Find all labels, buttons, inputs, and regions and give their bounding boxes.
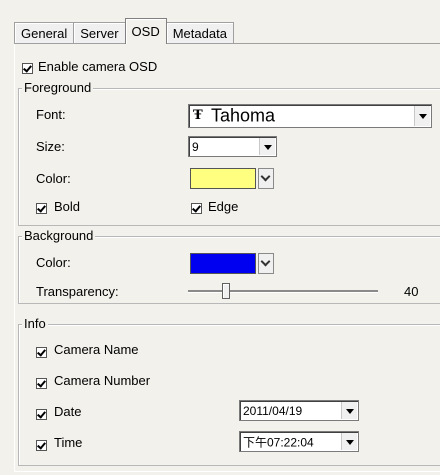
- foreground-color-swatch[interactable]: [190, 168, 256, 189]
- transparency-slider-track[interactable]: [188, 290, 378, 293]
- enable-osd-label: Enable camera OSD: [38, 59, 158, 74]
- date-value: 2011/04/19: [243, 403, 303, 418]
- edge-label: Edge: [208, 199, 239, 214]
- tab-osd[interactable]: OSD: [124, 18, 167, 44]
- time-format-select[interactable]: 下午07:22:04: [239, 431, 359, 452]
- time-dropdown-button[interactable]: [341, 433, 357, 450]
- camera-number-checkbox[interactable]: [36, 378, 47, 389]
- background-color-label: Color:: [36, 255, 71, 270]
- date-dropdown-button[interactable]: [341, 402, 357, 419]
- content-bottom-edge: [14, 471, 440, 472]
- transparency-slider-thumb[interactable]: [222, 283, 230, 299]
- font-value: Tahoma: [211, 105, 276, 126]
- edge-checkbox[interactable]: [191, 203, 202, 214]
- size-select[interactable]: 9: [188, 136, 277, 157]
- date-checkbox[interactable]: [36, 409, 47, 420]
- background-color-picker: [190, 253, 274, 274]
- size-value: 9: [192, 139, 199, 154]
- transparency-label: Transparency:: [36, 284, 119, 299]
- size-dropdown-button[interactable]: [259, 138, 275, 155]
- size-label: Size:: [36, 139, 65, 154]
- tab-server[interactable]: Server: [73, 22, 126, 44]
- tab-metadata[interactable]: Metadata: [165, 22, 234, 44]
- background-color-swatch[interactable]: [190, 253, 256, 274]
- tab-bar: General Server OSD Metadata: [14, 18, 234, 44]
- info-title: Info: [22, 316, 48, 331]
- font-label: Font:: [36, 107, 66, 122]
- font-dropdown-button[interactable]: [414, 106, 430, 126]
- font-select[interactable]: Ŧ Tahoma: [188, 104, 432, 128]
- background-color-dropdown-button[interactable]: [258, 253, 274, 274]
- foreground-color-dropdown-button[interactable]: [258, 168, 274, 189]
- foreground-color-label: Color:: [36, 171, 71, 186]
- foreground-title: Foreground: [22, 80, 94, 95]
- foreground-color-picker: [190, 168, 274, 189]
- camera-name-label: Camera Name: [54, 342, 139, 357]
- enable-osd-checkbox[interactable]: [22, 63, 33, 74]
- transparency-value: 40: [404, 284, 419, 299]
- date-label: Date: [54, 404, 82, 419]
- date-format-select[interactable]: 2011/04/19: [239, 400, 359, 421]
- background-title: Background: [22, 228, 96, 243]
- tab-general[interactable]: General: [14, 22, 75, 44]
- camera-name-checkbox[interactable]: [36, 347, 47, 358]
- bold-label: Bold: [54, 199, 81, 214]
- truetype-font-icon: Ŧ: [193, 108, 203, 123]
- camera-number-label: Camera Number: [54, 373, 151, 388]
- time-value: 下午07:22:04: [243, 435, 314, 449]
- time-label: Time: [54, 435, 83, 450]
- bold-checkbox[interactable]: [36, 203, 47, 214]
- time-checkbox[interactable]: [36, 440, 47, 451]
